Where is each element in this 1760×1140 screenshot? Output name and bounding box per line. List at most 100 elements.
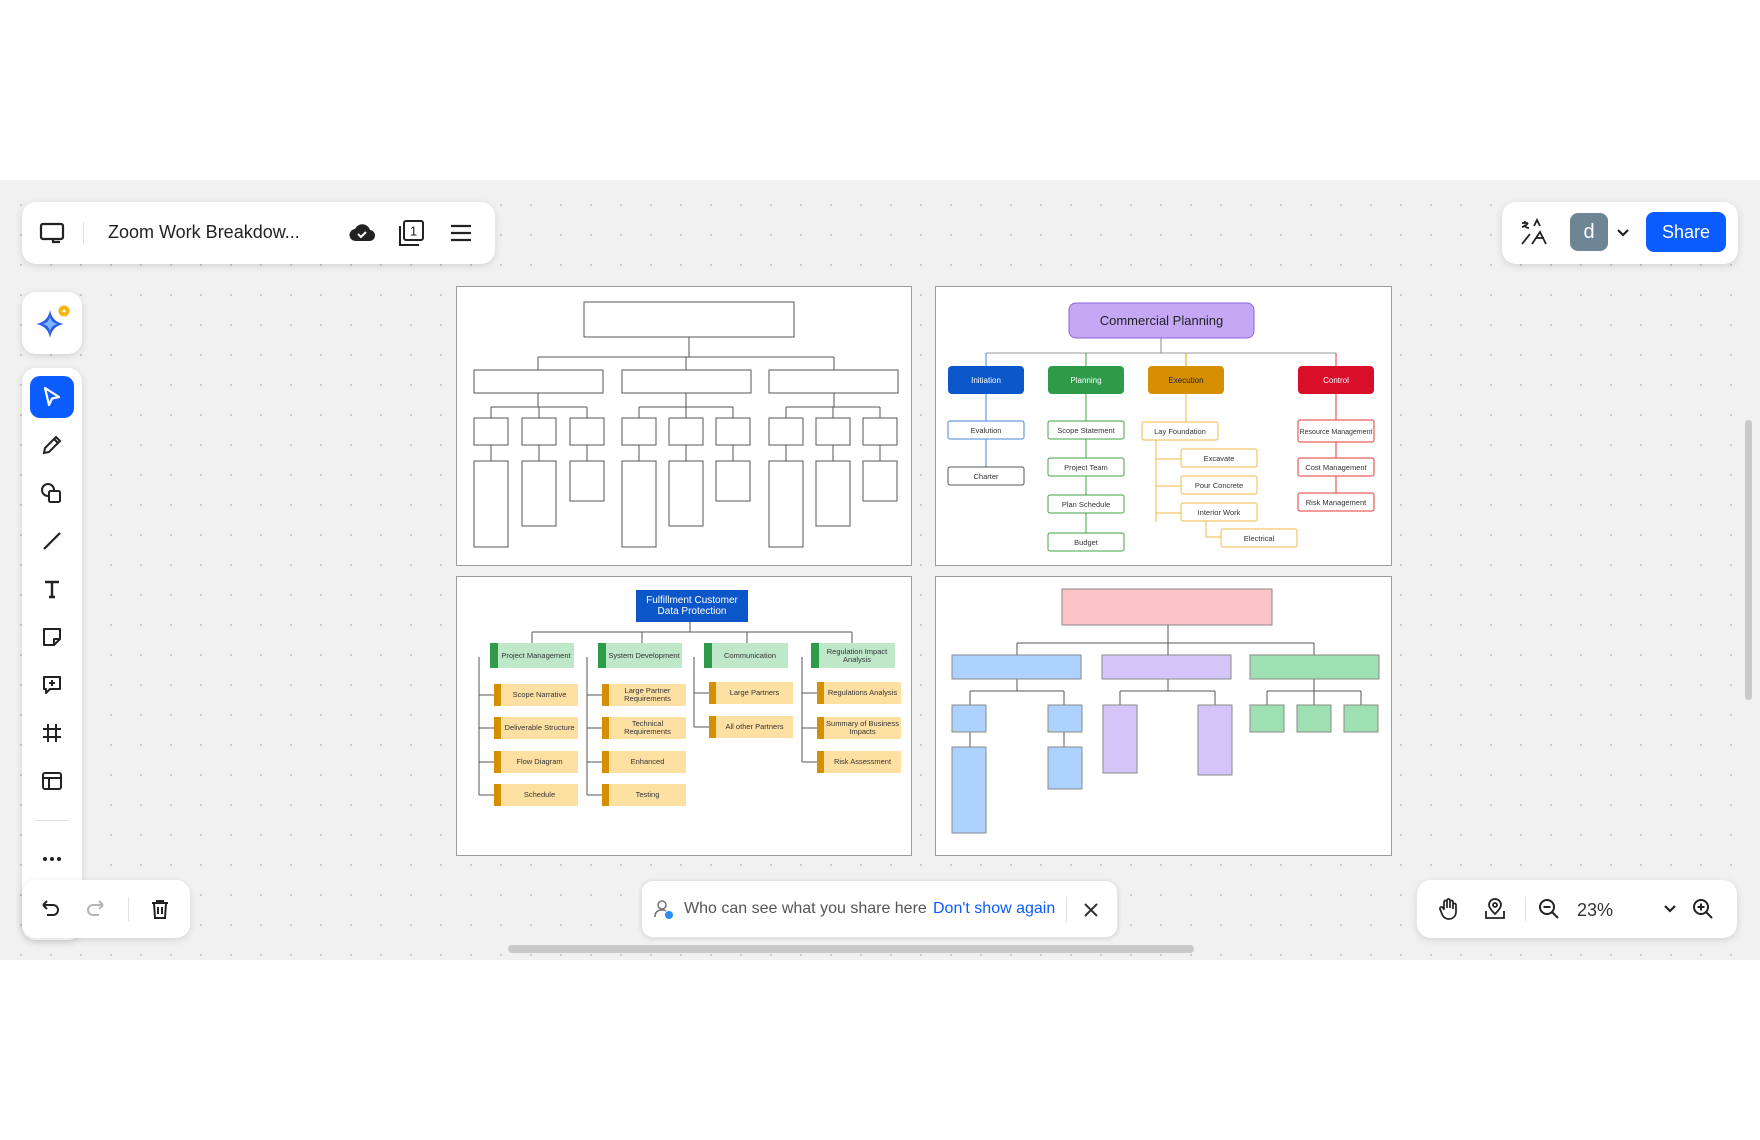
ai-companion-panel [22,292,82,354]
hamburger-menu-icon[interactable] [446,218,476,248]
collab-toolbar: d Share [1502,202,1738,264]
node-label: All other Partners [725,722,784,731]
node-label: Plan Schedule [1062,500,1110,509]
node-label: Regulations Analysis [827,688,898,697]
zoom-in-icon[interactable] [1687,893,1719,925]
history-toolbar [22,880,190,938]
text-icon [45,580,59,599]
wbs-template-frame-blank[interactable] [456,286,912,566]
tool-palette [22,368,82,940]
dont-show-again-link[interactable]: Don't show again [933,900,1055,918]
shapes-icon [41,483,61,503]
divider [34,820,70,821]
sticky-note-tool[interactable] [30,616,74,658]
wbs-commercial-planning-frame[interactable]: Commercial Planning Initiation Planning … [935,286,1392,566]
trash-icon[interactable] [144,893,176,925]
template-tool[interactable] [30,760,74,802]
chevron-down-icon[interactable] [1659,898,1681,920]
pen-icon [42,435,62,455]
wbs-fulfillment-frame[interactable]: Fulfillment Customer Data Protection Pro… [456,576,912,856]
commercial-branch: Planning [1070,376,1101,385]
hand-pan-icon[interactable] [1433,893,1465,925]
cloud-check-icon[interactable] [346,218,378,248]
branch-label: Regulation Impact Analysis [826,646,888,664]
frame-tool[interactable] [30,712,74,754]
wbs-template-frame-colored[interactable] [935,576,1392,856]
node-label: Testing [635,790,660,799]
commercial-branch: Execution [1168,376,1203,385]
pages-icon[interactable]: 1 [394,216,428,250]
avatar[interactable]: d [1570,213,1608,251]
node-label: Deliverable Structure [504,723,575,732]
commercial-root-node: Commercial Planning [1100,313,1224,328]
notice-text: Who can see what you share here [684,900,927,917]
node-label: Technical Requirements [624,719,671,736]
page-count: 1 [410,224,417,239]
vertical-scrollbar[interactable] [1745,420,1752,700]
node-label: Project Team [1064,463,1108,472]
select-tool[interactable] [30,376,74,418]
more-tools-button[interactable] [30,838,74,880]
sticky-note-icon [43,628,61,646]
branch-label: System Development [608,650,680,660]
board-icon[interactable] [36,217,68,249]
more-icon [43,857,61,861]
template-icon [42,772,62,790]
comment-icon [43,676,61,694]
comment-tool[interactable] [30,664,74,706]
node-label: Electrical [1244,534,1275,543]
share-button[interactable]: Share [1646,212,1726,252]
ai-sparkle-icon[interactable] [32,302,72,344]
user-visibility-icon [652,897,676,921]
frame-icon [43,724,61,742]
node-label: Schedule [523,790,556,799]
commercial-branch: Initiation [971,376,1001,385]
smart-recognition-icon[interactable] [1516,216,1550,250]
node-label: Cost Management [1305,463,1367,472]
node-label: Scope Narrative [512,690,567,699]
share-visibility-notice: Who can see what you share here Don't sh… [641,880,1118,938]
node-label: Excavate [1204,454,1235,463]
divider [1525,897,1526,921]
node-label: Enhanced [630,757,665,766]
commercial-branch: Control [1323,376,1349,385]
title-toolbar: Zoom Work Breakdow... 1 [22,202,495,264]
divider [1066,897,1067,923]
node-label: Evalution [971,426,1002,435]
zoom-level[interactable]: 23% [1577,900,1613,921]
line-tool[interactable] [30,520,74,562]
text-tool[interactable] [30,568,74,610]
node-label: Pour Concrete [1195,481,1243,490]
chevron-down-icon[interactable] [1612,222,1634,244]
node-label: Risk Management [1306,498,1367,507]
pen-tool[interactable] [30,424,74,466]
node-label: Risk Assessment [833,757,892,766]
divider [83,222,84,244]
node-label: Large Partner Requirements [624,686,671,703]
fulfillment-root-node: Fulfillment Customer Data Protection [646,595,738,617]
node-label: Interior Work [1198,508,1241,517]
divider [128,897,129,921]
node-label: Large Partners [729,688,780,697]
board-title[interactable]: Zoom Work Breakdow... [108,222,300,243]
close-icon[interactable] [1078,897,1104,923]
node-label: Charter [973,472,999,481]
branch-label: Communication [723,650,777,660]
shapes-tool[interactable] [30,472,74,514]
zoom-out-icon[interactable] [1533,893,1565,925]
branch-label: Project Management [501,650,571,660]
horizontal-scrollbar[interactable] [508,945,1194,953]
cursor-select-icon [43,386,61,407]
locate-icon[interactable] [1479,893,1511,925]
line-icon [43,532,61,550]
node-label: Budget [1074,538,1099,547]
redo-icon[interactable] [80,893,112,925]
whiteboard-canvas[interactable]: Zoom Work Breakdow... 1 d Share Who can … [0,180,1760,960]
node-label: Resource Management [1300,429,1373,436]
node-label: Summary of Business Impacts [826,719,899,736]
node-label: Scope Statement [1057,426,1115,435]
node-label: Lay Foundation [1154,427,1206,436]
node-label: Flow Diagram [516,757,563,766]
zoom-toolbar: 23% [1417,880,1737,938]
undo-icon[interactable] [34,893,66,925]
